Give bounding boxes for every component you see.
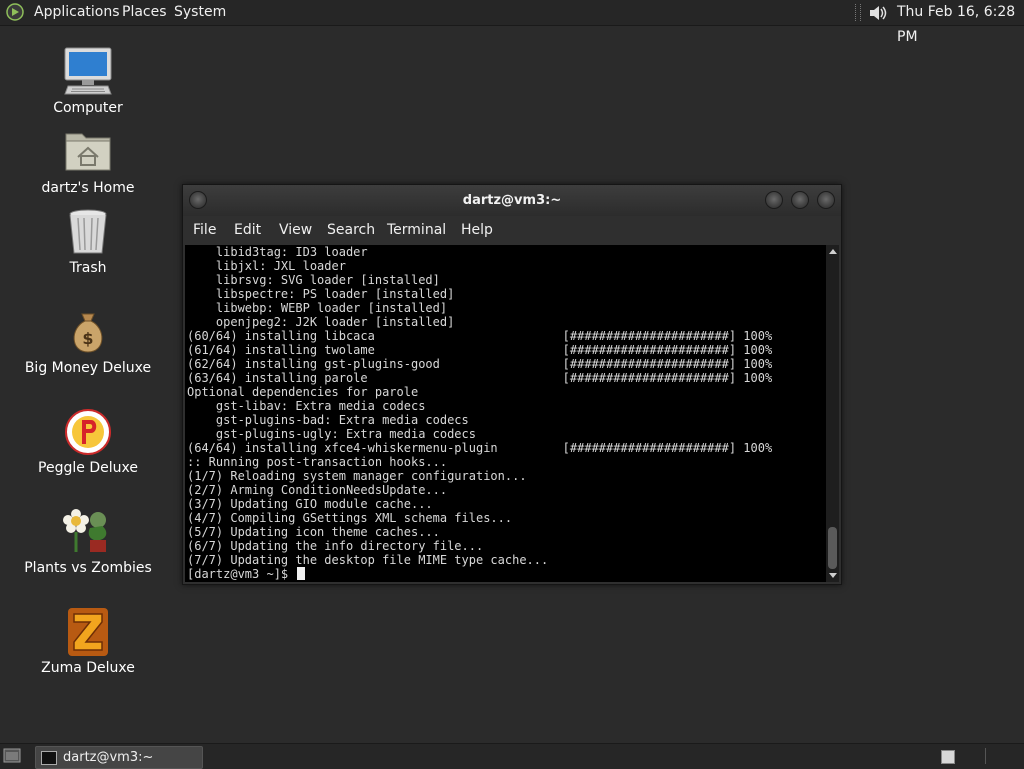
places-menu[interactable]: Places [122, 0, 167, 25]
clock[interactable]: Thu Feb 16, 6:28 PM [897, 0, 1024, 45]
menu-file[interactable]: File [193, 216, 216, 244]
terminal-line: (64/64) installing xfce4-whiskermenu-plu… [187, 441, 773, 455]
desktop-icon-big-money[interactable]: $ Big Money Deluxe [13, 306, 163, 376]
show-desktop-icon[interactable] [3, 748, 21, 763]
menu-search[interactable]: Search [327, 216, 375, 244]
taskbar-terminal-button[interactable]: dartz@vm3:~ [35, 746, 203, 769]
window-title: dartz@vm3:~ [462, 193, 562, 208]
scroll-down-arrow-icon[interactable] [829, 573, 837, 578]
terminal-line: libwebp: WEBP loader [installed] [215, 301, 448, 315]
terminal-window[interactable]: dartz@vm3:~ File Edit View Search Termin… [182, 184, 842, 585]
desktop-icon-peggle[interactable]: Peggle Deluxe [13, 406, 163, 476]
trash-bin-icon [69, 209, 107, 254]
terminal-line: openjpeg2: J2K loader [installed] [215, 315, 455, 329]
window-titlebar[interactable]: dartz@vm3:~ [183, 185, 841, 216]
desktop-icon-label: Zuma Deluxe [41, 660, 135, 676]
top-panel: Applications Places System Thu Feb 16, 6… [0, 0, 1024, 45]
terminal-scrollbar[interactable] [826, 245, 839, 582]
terminal-line: gst-plugins-bad: Extra media codecs [215, 413, 469, 427]
distro-logo-icon[interactable] [6, 3, 24, 21]
computer-monitor-icon [64, 47, 112, 95]
terminal-line: (7/7) Updating the desktop file MIME typ… [187, 553, 549, 567]
desktop-icon-zuma[interactable]: Zuma Deluxe [13, 606, 163, 676]
terminal-line: (6/7) Updating the info directory file..… [187, 539, 484, 553]
desktop-icon-label: Plants vs Zombies [24, 560, 152, 576]
desktop-icon-label: dartz's Home [41, 180, 135, 196]
bottom-panel: dartz@vm3:~ [0, 743, 1024, 769]
terminal-menubar: File Edit View Search Terminal Help [183, 216, 841, 244]
scrollbar-thumb[interactable] [828, 527, 837, 569]
terminal-line: (63/64) installing parole [#############… [187, 371, 773, 385]
shell-prompt: [dartz@vm3 ~]$ [187, 567, 296, 581]
terminal-line: Optional dependencies for parole [187, 385, 419, 399]
volume-speaker-icon[interactable] [866, 3, 890, 23]
terminal-output[interactable]: libid3tag: ID3 loader libjxl: JXL loader… [185, 245, 826, 582]
terminal-line: gst-libav: Extra media codecs [215, 399, 426, 413]
workspace-switcher-icon[interactable] [941, 750, 955, 764]
zuma-z-icon [68, 608, 108, 656]
close-icon[interactable] [817, 191, 835, 209]
menu-terminal[interactable]: Terminal [387, 216, 446, 244]
desktop-icon-plants-vs-zombies[interactable]: Plants vs Zombies [13, 506, 163, 576]
desktop-icon-home[interactable]: dartz's Home [13, 126, 163, 196]
peggle-ball-icon [65, 409, 111, 455]
money-bag-icon: $ [73, 313, 103, 353]
minimize-icon[interactable] [765, 191, 783, 209]
terminal-line: (2/7) Arming ConditionNeedsUpdate... [187, 483, 448, 497]
terminal-line: libspectre: PS loader [installed] [215, 287, 455, 301]
terminal-line: (62/64) installing gst-plugins-good [###… [187, 357, 773, 371]
terminal-line: (3/7) Updating GIO module cache... [187, 497, 433, 511]
terminal-line: (60/64) installing libcaca [############… [187, 329, 773, 343]
terminal-line: (61/64) installing twolame [############… [187, 343, 773, 357]
terminal-icon [41, 751, 57, 765]
terminal-line: (5/7) Updating icon theme caches... [187, 525, 440, 539]
flower-zombie-icon [63, 509, 107, 552]
desktop-icon-label: Trash [69, 260, 107, 276]
desktop-icon-label: Big Money Deluxe [24, 360, 152, 376]
terminal-line: librsvg: SVG loader [installed] [215, 273, 440, 287]
desktop-icon-trash[interactable]: Trash [13, 206, 163, 276]
menu-help[interactable]: Help [461, 216, 493, 244]
terminal-line: (1/7) Reloading system manager configura… [187, 469, 527, 483]
menu-edit[interactable]: Edit [234, 216, 261, 244]
terminal-lines: libid3tag: ID3 loader libjxl: JXL loader… [187, 245, 772, 567]
terminal-line: (4/7) Compiling GSettings XML schema fil… [187, 511, 513, 525]
maximize-icon[interactable] [791, 191, 809, 209]
panel-separator [855, 4, 861, 21]
terminal-line: gst-plugins-ugly: Extra media codecs [215, 427, 476, 441]
terminal-line: :: Running post-transaction hooks... [187, 455, 448, 469]
desktop-icon-computer[interactable]: Computer [13, 46, 163, 116]
terminal-line: libjxl: JXL loader [215, 259, 346, 273]
workspace-2[interactable] [985, 748, 1020, 764]
menu-view[interactable]: View [279, 216, 312, 244]
home-folder-icon [65, 133, 111, 171]
svg-text:$: $ [82, 329, 93, 348]
system-menu[interactable]: System [174, 0, 226, 25]
terminal-line: libid3tag: ID3 loader [215, 245, 368, 259]
desktop-icon-label: Peggle Deluxe [38, 460, 138, 476]
applications-menu[interactable]: Applications [34, 0, 120, 25]
taskbar-label: dartz@vm3:~ [63, 750, 154, 765]
terminal-text: libid3tag: ID3 loader libjxl: JXL loader… [185, 245, 826, 581]
scroll-up-arrow-icon[interactable] [829, 249, 837, 254]
text-cursor [297, 567, 306, 580]
desktop-icon-label: Computer [53, 100, 123, 116]
